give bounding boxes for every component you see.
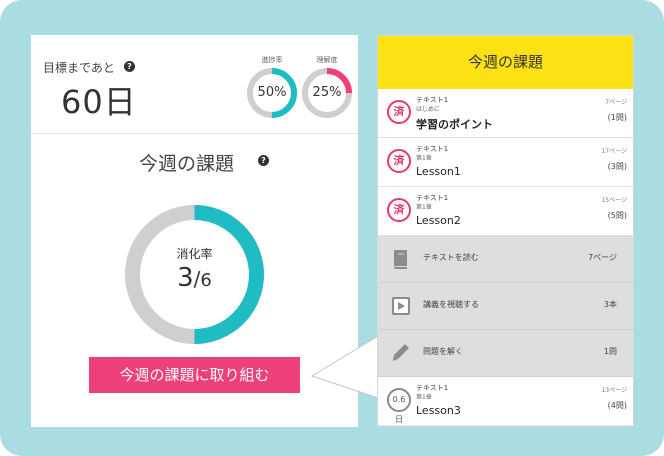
task-chapter: 第1章: [416, 155, 432, 162]
action-label: 講義を視聴する: [423, 300, 479, 309]
action-solve-problems[interactable]: 問題を解く 1問: [378, 330, 633, 377]
play-icon: [392, 297, 410, 315]
days-badge: 0.6日: [387, 388, 411, 424]
task-item[interactable]: 済 テキスト1 第1章 Lesson2 15ページ (5問): [378, 187, 633, 236]
action-read-text[interactable]: テキストを読む 7ページ: [378, 236, 633, 283]
task-pages: 17ページ: [601, 148, 627, 155]
task-name: Lesson3: [416, 404, 461, 417]
pencil-icon: [393, 344, 409, 361]
task-pages: 7ページ: [605, 99, 627, 106]
task-chapter: 第1章: [416, 394, 432, 401]
task-name: Lesson1: [416, 165, 461, 178]
task-name: 学習のポイント: [416, 118, 493, 131]
done-badge: 済: [387, 100, 411, 124]
weekly-tasks-panel: 今週の課題 済 テキスト1 はじめに 学習のポイント 7ページ (1問) 済 テ…: [377, 35, 634, 427]
task-questions: (4問): [607, 401, 627, 410]
task-item[interactable]: 済 テキスト1 はじめに 学習のポイント 7ページ (1問): [378, 89, 633, 138]
done-badge: 済: [387, 149, 411, 173]
task-item[interactable]: 0.6日 テキスト1 第1章 Lesson3 13ページ (4問): [378, 377, 633, 426]
task-questions: (5問): [607, 211, 627, 220]
action-count: 7ページ: [588, 253, 617, 262]
task-name: Lesson2: [416, 214, 461, 227]
action-count: 1問: [603, 347, 617, 356]
action-label: テキストを読む: [423, 253, 479, 262]
task-pages: 13ページ: [601, 387, 627, 394]
task-item[interactable]: 済 テキスト1 第1章 Lesson1 17ページ (3問): [378, 138, 633, 187]
task-questions: (3問): [607, 162, 627, 171]
action-count: 3本: [603, 300, 617, 309]
task-chapter: はじめに: [416, 106, 441, 113]
task-chapter: 第1章: [416, 204, 432, 211]
task-pages: 15ページ: [601, 197, 627, 204]
book-icon: [394, 250, 407, 269]
panel-header: 今週の課題: [378, 36, 633, 89]
task-questions: (1問): [607, 113, 627, 122]
done-badge: 済: [387, 198, 411, 222]
action-label: 問題を解く: [423, 347, 463, 356]
action-watch-lecture[interactable]: 講義を視聴する 3本: [378, 283, 633, 330]
